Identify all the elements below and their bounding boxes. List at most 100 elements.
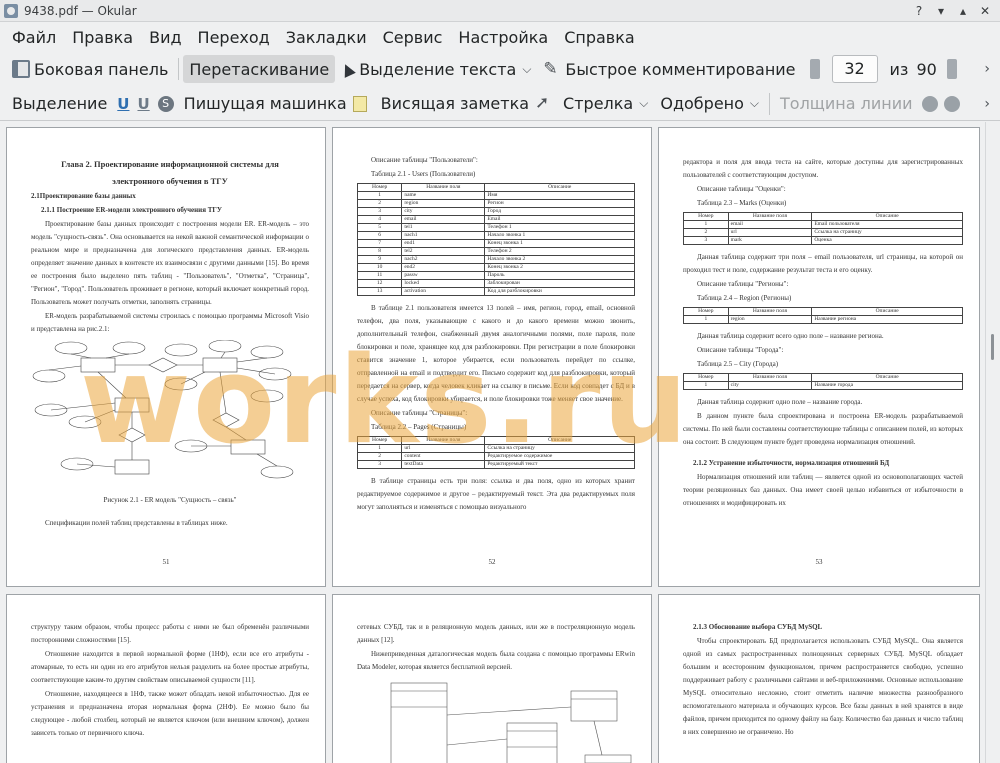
chevron-down-icon[interactable]: ⌵ xyxy=(639,96,648,111)
menu-help[interactable]: Справка xyxy=(558,28,641,47)
paragraph: Нормализация отношений или таблиц — явля… xyxy=(683,473,963,507)
table-header: Номер xyxy=(683,373,729,382)
table-cell: Код для разблокировки xyxy=(484,287,635,296)
section-heading: 2.1Проектирование базы данных xyxy=(31,192,136,200)
table-cell: name xyxy=(401,191,486,200)
menu-go[interactable]: Переход xyxy=(192,28,276,47)
table-cell: Телефон 1 xyxy=(484,223,635,232)
color-picker-icon[interactable] xyxy=(921,95,938,112)
minimize-icon[interactable]: ▾ xyxy=(932,3,950,19)
table-cell: 6 xyxy=(356,231,403,240)
city-table: Номер Название поля Описание 1 city Назван… xyxy=(683,373,963,390)
menu-edit[interactable]: Правка xyxy=(66,28,139,47)
paragraph: Нижеприведенная даталогическая модель бы… xyxy=(357,650,635,671)
page-number: 52 xyxy=(488,558,496,566)
menu-settings[interactable]: Настройка xyxy=(452,28,554,47)
table-cell: textData xyxy=(401,460,486,469)
er-diagram xyxy=(31,339,309,490)
toolbar-overflow-icon[interactable]: › xyxy=(984,61,990,77)
table-row: 4 email Email xyxy=(356,215,635,224)
chevron-down-icon[interactable]: ⌵ xyxy=(750,96,759,111)
arrow-label: Стрелка xyxy=(563,94,634,113)
table-cell: Заблокирован xyxy=(484,279,635,288)
table-header: Название поля xyxy=(727,307,813,316)
table-row: 10 end2 Конец звонка 2 xyxy=(356,263,635,272)
maximize-icon[interactable]: ▴ xyxy=(954,3,972,19)
pages-table: Номер Название поля Описание 1 url Ссылка … xyxy=(356,436,635,469)
sidebar-button[interactable]: Боковая панель xyxy=(6,55,174,83)
table-cell: Название города xyxy=(811,381,963,390)
okular-app-icon xyxy=(4,3,18,18)
typewriter-label: Пишущая машинка xyxy=(183,94,347,113)
table-row: 3 textData Редактируемый текст xyxy=(356,460,635,469)
page-number-input[interactable]: 32 xyxy=(831,55,878,83)
help-icon[interactable]: ? xyxy=(910,3,928,19)
pdf-page-52: Описание таблицы "Пользователи": Таблица… xyxy=(332,127,652,587)
chevron-down-icon[interactable]: ⌵ xyxy=(522,62,531,77)
strikeout-icon[interactable]: S xyxy=(157,95,174,112)
table-header: Описание xyxy=(811,212,963,221)
table-cell: 4 xyxy=(356,215,403,224)
users-table: Номер Название поля Описание 1 name Имя 2 re… xyxy=(356,183,635,296)
toolbar-separator xyxy=(178,58,180,80)
table-header: Название поля xyxy=(727,212,813,221)
toolbar-overflow-icon[interactable]: › xyxy=(984,96,990,112)
browse-tool-button[interactable]: Перетаскивание xyxy=(183,55,336,83)
table-cell: city xyxy=(727,381,813,390)
quick-annotation-button[interactable]: Быстрое комментирование xyxy=(537,55,801,83)
next-page-icon[interactable] xyxy=(946,59,957,79)
table-cell: 2 xyxy=(683,228,729,237)
stamp-button[interactable]: Одобрено ⌵ xyxy=(654,90,765,118)
window-title: 9438.pdf — Okular xyxy=(24,3,137,18)
menu-bookmarks[interactable]: Закладки xyxy=(280,28,373,47)
table-cell: 1 xyxy=(356,191,403,200)
table-cell: 2 xyxy=(356,452,403,461)
table-caption: Таблица 2.5 – City (Города) xyxy=(697,360,779,368)
text-select-tool-button[interactable]: Выделение текста ⌵ xyxy=(335,55,537,83)
table-cell: Конец звонка 1 xyxy=(484,239,635,248)
previous-page-icon[interactable] xyxy=(809,59,820,79)
table-row: 1 region Название региона xyxy=(683,315,963,324)
table-cell: end1 xyxy=(401,239,486,248)
underline-icon[interactable]: U xyxy=(117,95,129,113)
font-picker-icon[interactable] xyxy=(943,95,960,112)
menu-tools[interactable]: Сервис xyxy=(377,28,449,47)
table-caption: Таблица 2.2 – Pages (Страницы) xyxy=(371,423,467,431)
table-header: Номер xyxy=(683,307,729,316)
table-row: 1 name Имя xyxy=(356,191,635,200)
table-caption: Таблица 2.3 – Marks (Оценки) xyxy=(697,199,787,207)
highlighter-button[interactable]: Выделение xyxy=(6,90,113,118)
table-row: 1 city Название города xyxy=(683,381,963,390)
arrow-tool-icon[interactable] xyxy=(535,93,553,113)
pen-icon xyxy=(543,59,561,79)
menu-view[interactable]: Вид xyxy=(143,28,187,47)
table-row: 11 passw Пароль xyxy=(356,271,635,280)
table-cell: 9 xyxy=(356,255,403,264)
table-cell: end2 xyxy=(401,263,486,272)
table-cell: Редактируемое содержимое xyxy=(484,452,635,461)
table-intro: Описание таблицы "Регионы": xyxy=(697,280,789,288)
table-cell: 2 xyxy=(356,199,403,208)
popup-note-button[interactable]: Висящая заметка xyxy=(375,90,535,118)
table-cell: Ссылка на страницу xyxy=(811,228,963,237)
document-viewport[interactable]: Глава 2. Проектирование информационной с… xyxy=(0,122,985,763)
table-cell: 1 xyxy=(683,381,729,390)
table-cell: Начало звонка 1 xyxy=(484,231,635,240)
note-icon[interactable] xyxy=(352,95,367,112)
highlighter-label: Выделение xyxy=(12,94,108,113)
table-cell: Email xyxy=(484,215,635,224)
paragraph: ER-модель разрабатываемой системы строил… xyxy=(31,312,309,333)
menu-file[interactable]: Файл xyxy=(6,28,62,47)
table-cell: 11 xyxy=(356,271,403,280)
paragraph: сетевых СУБД, так и в реляционную модель… xyxy=(357,623,635,644)
line-width-button[interactable]: Толщина линии xyxy=(774,90,919,118)
arrow-button[interactable]: Стрелка ⌵ xyxy=(557,90,654,118)
squiggle-icon[interactable]: U xyxy=(137,95,149,113)
scrollbar-thumb[interactable] xyxy=(991,334,994,360)
paragraph: Чтобы спроектировать БД предполагается и… xyxy=(683,637,963,736)
table-cell: 8 xyxy=(356,247,403,256)
vertical-scrollbar[interactable] xyxy=(985,122,1000,763)
cursor-icon xyxy=(341,60,355,78)
close-icon[interactable]: ✕ xyxy=(976,3,994,19)
typewriter-button[interactable]: Пишущая машинка xyxy=(178,90,353,118)
